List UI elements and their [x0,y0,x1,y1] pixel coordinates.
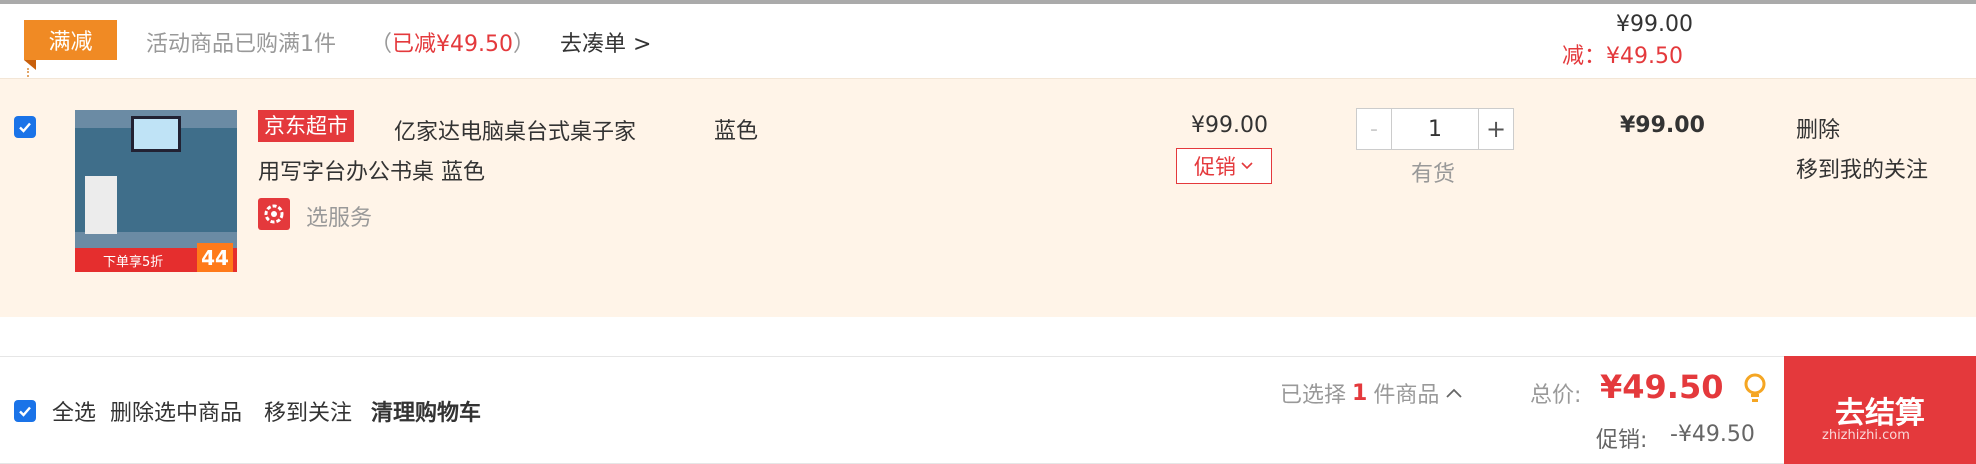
top-border [0,0,1976,4]
total-price: ¥49.50 [1600,368,1724,406]
delete-item-link[interactable]: 删除 [1796,112,1840,144]
checkout-button[interactable]: 去结算 [1784,356,1976,464]
select-all-label[interactable]: 全选 [52,395,96,427]
promo-reduced-open: （ [370,32,393,57]
thumb-monitor-shape [131,116,181,152]
item-subtotal: ¥99.00 [1620,113,1705,138]
clear-cart-link[interactable]: 清理购物车 [371,395,481,427]
promo-tag: 满减 [24,20,117,70]
unit-price: ¥99.00 [1191,113,1268,138]
delete-selected-link[interactable]: 删除选中商品 [110,395,242,427]
product-color: 蓝色 [714,119,759,144]
chevron-down-icon [1241,162,1253,170]
promo-group-minus: 减：¥49.50 [1562,44,1683,69]
qty-increase-button[interactable]: + [1478,109,1513,149]
lightbulb-icon[interactable] [1742,372,1768,410]
shop-tag: 京东超市 [258,110,354,142]
total-label: 总价: [1530,383,1582,408]
selected-suffix: 件商品 [1373,383,1440,408]
select-service-link[interactable]: 选服务 [306,200,372,232]
promo-reduced: （已减¥49.50） [370,26,535,58]
promo-discount-label: 促销: [1596,428,1648,453]
thumb-drawer-shape [85,176,117,234]
checkbox-checked-icon [19,122,31,133]
thumb-number: 44 [197,243,233,272]
watermark: zhizhizhi.com [1822,428,1910,443]
quantity-stepper: - 1 + [1356,108,1514,150]
goto-add-more-link[interactable]: 去凑单 > [560,26,651,58]
promo-reduced-close: ） [513,32,536,57]
stock-status: 有货 [1411,162,1456,187]
chevron-up-icon [1446,388,1462,398]
move-selected-to-favorites-link[interactable]: 移到关注 [264,395,352,427]
promo-reduced-value: 已减¥49.50 [392,32,513,57]
promo-text: 活动商品已购满1件 [146,32,336,57]
promo-dropdown-label: 促销 [1194,155,1236,179]
selected-prefix: 已选择 [1280,383,1347,408]
promo-discount-value: -¥49.50 [1670,422,1755,447]
qty-decrease-button[interactable]: - [1357,109,1392,149]
product-thumbnail[interactable]: 下单享5折 44 [75,110,237,272]
item-checkbox[interactable] [14,116,36,138]
product-title-line1[interactable]: 亿家达电脑桌台式桌子家 [394,114,636,146]
select-all-checkbox[interactable] [14,400,36,422]
selected-count-toggle[interactable]: 已选择 1 件商品 [1280,377,1463,409]
selected-count: 1 [1352,380,1368,406]
promo-dropdown-button[interactable]: 促销 [1176,148,1272,184]
promo-group-price: ¥99.00 [1616,12,1693,37]
qty-input[interactable]: 1 [1392,109,1478,149]
service-gear-icon[interactable] [258,198,290,230]
product-title-line2[interactable]: 用写字台办公书桌 蓝色 [258,154,485,186]
checkbox-checked-icon [19,406,31,417]
move-to-favorites-link[interactable]: 移到我的关注 [1796,152,1928,184]
